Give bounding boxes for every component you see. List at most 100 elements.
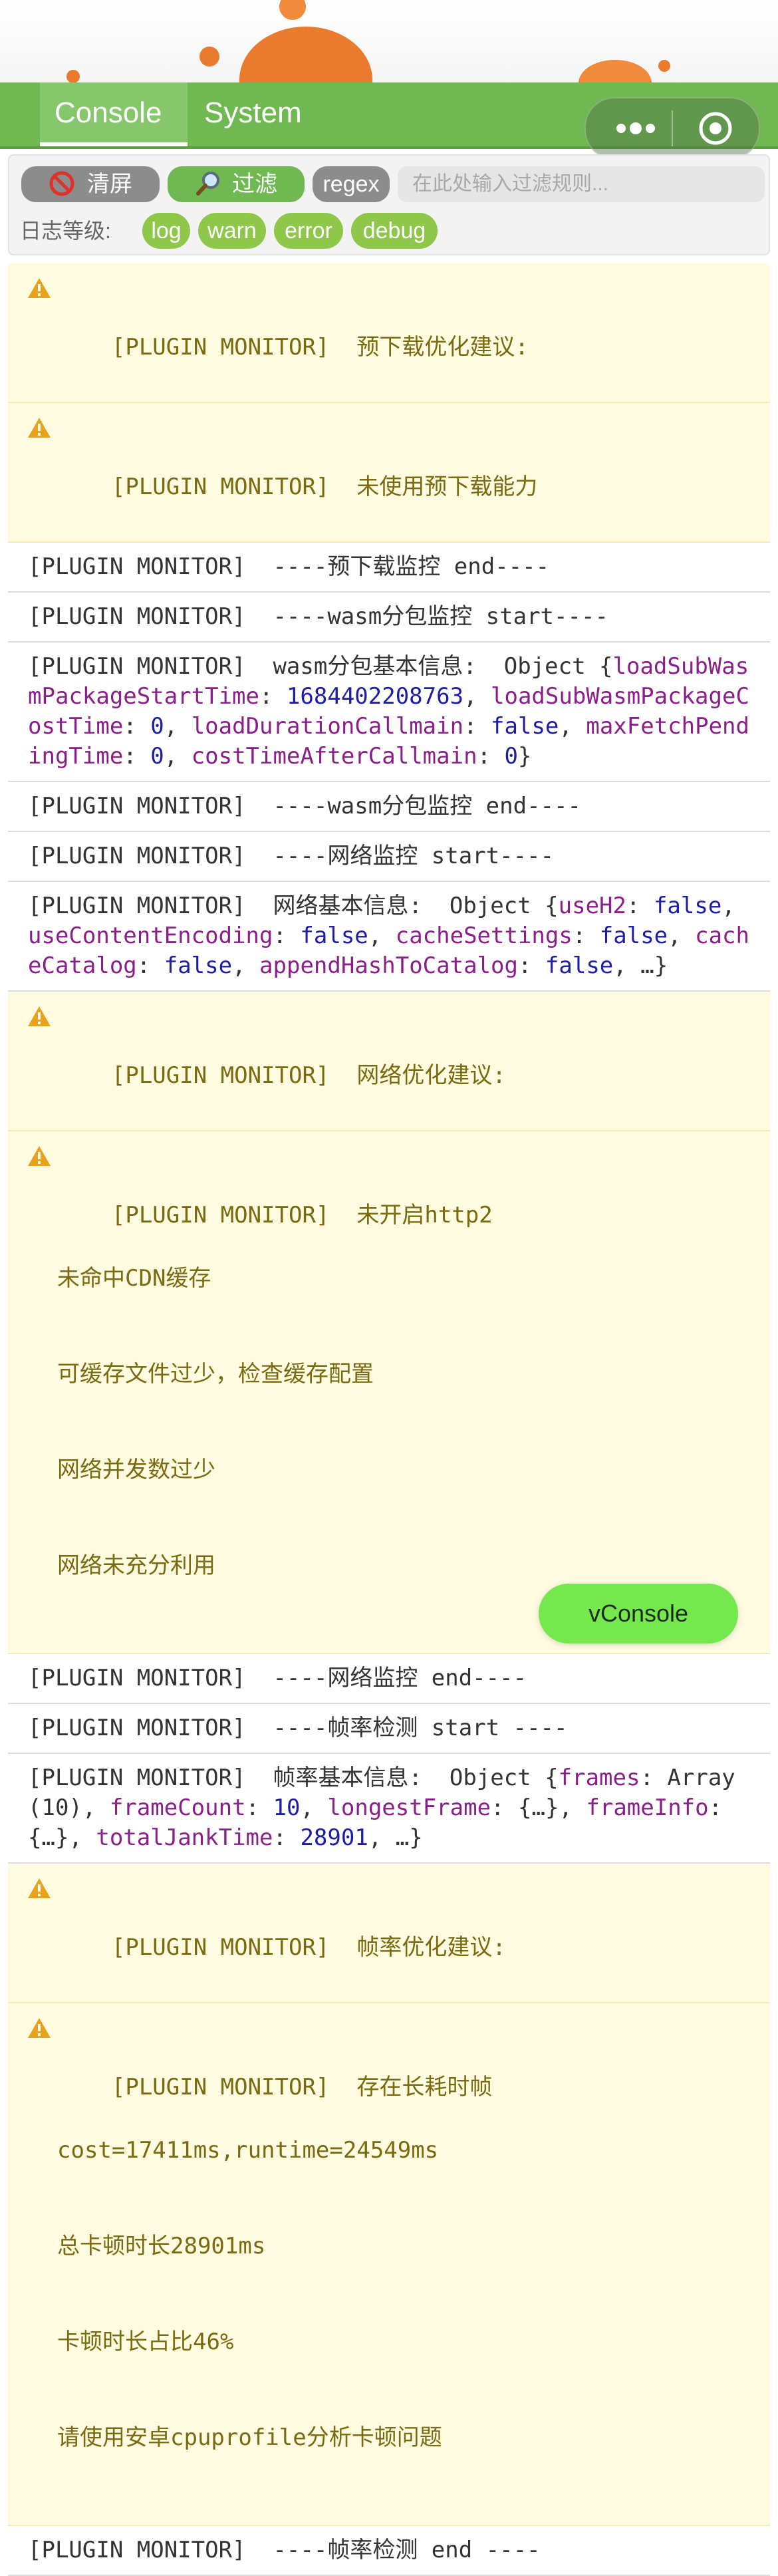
- object-value: 0: [150, 743, 164, 770]
- log-entry: [PLUGIN MONITOR] ----网络监控 start----: [8, 832, 770, 882]
- capsule-divider: [672, 110, 673, 146]
- warning-icon: [28, 418, 51, 438]
- log-entry-warn: [PLUGIN MONITOR] 未开启http2 未命中CDN缓存 可缓存文件…: [8, 1131, 770, 1654]
- log-level-label: 日志等级:: [20, 219, 111, 243]
- object-value: 10: [273, 1794, 301, 1821]
- filter-input[interactable]: [398, 166, 765, 202]
- log-text: [PLUGIN MONITOR] ----网络监控 start----: [28, 843, 555, 869]
- object-key: cacheSettings: [395, 923, 573, 949]
- log-subline: 请使用安卓cpuprofile分析卡顿问题: [57, 2424, 442, 2451]
- regex-toggle[interactable]: regex: [313, 166, 390, 202]
- splash-background: [0, 0, 778, 93]
- log-entry: [PLUGIN MONITOR] ----预下载监控 end----: [8, 543, 770, 593]
- capsule-menu: [584, 97, 760, 160]
- object-key: useContentEncoding: [28, 923, 273, 949]
- log-subline: 未命中CDN缓存: [57, 1265, 211, 1292]
- log-text: [PLUGIN MONITOR] 存在长耗时帧: [111, 2074, 493, 2100]
- log-entry-warn: [PLUGIN MONITOR] 预下载优化建议:: [8, 263, 770, 403]
- log-text: }: [518, 743, 532, 770]
- object-key: appendHashToCatalog: [259, 952, 518, 979]
- log-entry-warn: [PLUGIN MONITOR] 网络优化建议:: [8, 992, 770, 1131]
- object-value: false: [545, 952, 614, 979]
- log-text: [PLUGIN MONITOR] 未使用预下载能力: [111, 474, 538, 500]
- log-subline: 可缓存文件过少，检查缓存配置: [57, 1361, 374, 1387]
- tab-console[interactable]: Console: [40, 82, 188, 146]
- level-chip-error[interactable]: error: [274, 213, 343, 249]
- log-text: [PLUGIN MONITOR] wasm分包基本信息: Object {: [28, 653, 613, 680]
- log-entry-object[interactable]: [PLUGIN MONITOR] wasm分包基本信息: Object { loa…: [8, 643, 770, 782]
- log-entry-warn: [PLUGIN MONITOR] 存在长耗时帧 cost=17411ms,run…: [8, 2003, 770, 2526]
- object-value: {…}: [28, 1824, 69, 1851]
- console-toolbar: 清屏 过滤 regex 日志等级: log warn error debug: [8, 154, 770, 255]
- close-target-icon[interactable]: [698, 110, 733, 146]
- filter-button[interactable]: 过滤: [168, 166, 305, 202]
- object-value: false: [300, 923, 368, 949]
- clear-button[interactable]: 清屏: [21, 166, 160, 202]
- log-text: [PLUGIN MONITOR] 未开启http2: [111, 1202, 493, 1228]
- object-value: false: [653, 893, 722, 919]
- log-text: [PLUGIN MONITOR] 帧率优化建议:: [111, 1934, 506, 1961]
- log-entry-warn: [PLUGIN MONITOR] 帧率优化建议:: [8, 1864, 770, 2003]
- warning-icon: [28, 1006, 51, 1026]
- level-chip-debug[interactable]: debug: [351, 213, 438, 249]
- object-key: frameInfo: [586, 1794, 709, 1821]
- log-text: [PLUGIN MONITOR] ----预下载监控 end----: [28, 553, 550, 580]
- log-text: , …}: [368, 1824, 423, 1851]
- level-chip-log[interactable]: log: [142, 213, 190, 249]
- log-entry-object[interactable]: [PLUGIN MONITOR] 网络基本信息: Object {useH2: …: [8, 882, 770, 992]
- splash-blob: [658, 60, 670, 72]
- splash-blob: [199, 47, 219, 67]
- log-text: [PLUGIN MONITOR] ----wasm分包监控 start----: [28, 603, 608, 630]
- log-text: [PLUGIN MONITOR] 网络优化建议:: [111, 1062, 506, 1089]
- object-value: 0: [150, 713, 164, 740]
- log-entry: [PLUGIN MONITOR] ----wasm分包监控 end----: [8, 782, 770, 832]
- warning-icon: [28, 278, 51, 298]
- log-text: [PLUGIN MONITOR] ----帧率检测 start ----: [28, 1715, 568, 1741]
- splash-blob: [279, 0, 306, 20]
- object-key: loadDurationCallmain: [191, 713, 464, 740]
- log-subline: 卡顿时长占比46%: [57, 2329, 234, 2355]
- warning-icon: [28, 1146, 51, 1166]
- object-value: false: [599, 923, 668, 949]
- object-value: false: [491, 713, 559, 740]
- object-key: useH2: [558, 893, 626, 919]
- filter-label: 过滤: [232, 172, 277, 197]
- object-key: frames: [558, 1765, 640, 1791]
- log-entry: [PLUGIN MONITOR] ----帧率检测 end ----: [8, 2526, 770, 2576]
- log-text: , …}: [613, 952, 668, 979]
- log-text: [PLUGIN MONITOR] ----帧率检测 end ----: [28, 2537, 541, 2563]
- object-value: 1684402208763: [286, 683, 464, 710]
- object-value: 0: [504, 743, 518, 770]
- log-entry: [PLUGIN MONITOR] ----网络监控 end----: [8, 1654, 770, 1704]
- object-key: totalJankTime: [96, 1824, 273, 1851]
- object-value: 28901: [300, 1824, 368, 1851]
- log-text: [PLUGIN MONITOR] ----wasm分包监控 end----: [28, 793, 581, 819]
- log-subline: 总卡顿时长28901ms: [57, 2233, 266, 2259]
- more-icon[interactable]: [611, 98, 658, 158]
- warning-icon: [28, 1878, 51, 1898]
- log-subline: 网络并发数过少: [57, 1457, 215, 1483]
- log-entry: [PLUGIN MONITOR] ----帧率检测 start ----: [8, 1704, 770, 1754]
- object-key: longestFrame: [327, 1794, 491, 1821]
- splash-blob: [66, 70, 80, 83]
- log-subline: cost=17411ms,runtime=24549ms: [57, 2137, 439, 2164]
- log-text: [PLUGIN MONITOR] 预下载优化建议:: [111, 334, 529, 360]
- clear-label: 清屏: [87, 172, 132, 197]
- magnifier-icon: [196, 172, 219, 196]
- object-value: false: [164, 952, 233, 979]
- object-value: {…}: [518, 1794, 559, 1821]
- vconsole-toggle-button[interactable]: vConsole: [539, 1584, 738, 1644]
- log-text: [PLUGIN MONITOR] ----网络监控 end----: [28, 1665, 527, 1691]
- level-chip-warn[interactable]: warn: [198, 213, 266, 249]
- object-key: costTimeAfterCallmain: [191, 743, 477, 770]
- log-entry-object[interactable]: [PLUGIN MONITOR] 帧率基本信息: Object {frames:…: [8, 1754, 770, 1864]
- log-list: [PLUGIN MONITOR] 预下载优化建议: [PLUGIN MONITO…: [8, 263, 770, 2576]
- tab-system[interactable]: System: [190, 82, 317, 146]
- log-text: [PLUGIN MONITOR] 网络基本信息: Object {: [28, 893, 559, 919]
- log-entry-warn: [PLUGIN MONITOR] 未使用预下载能力: [8, 403, 770, 543]
- log-entry: [PLUGIN MONITOR] ----wasm分包监控 start----: [8, 593, 770, 643]
- log-subline: 网络未充分利用: [57, 1552, 215, 1579]
- log-text: [PLUGIN MONITOR] 帧率基本信息: Object {: [28, 1765, 559, 1791]
- warning-icon: [28, 2018, 51, 2038]
- object-key: frameCount: [109, 1794, 246, 1821]
